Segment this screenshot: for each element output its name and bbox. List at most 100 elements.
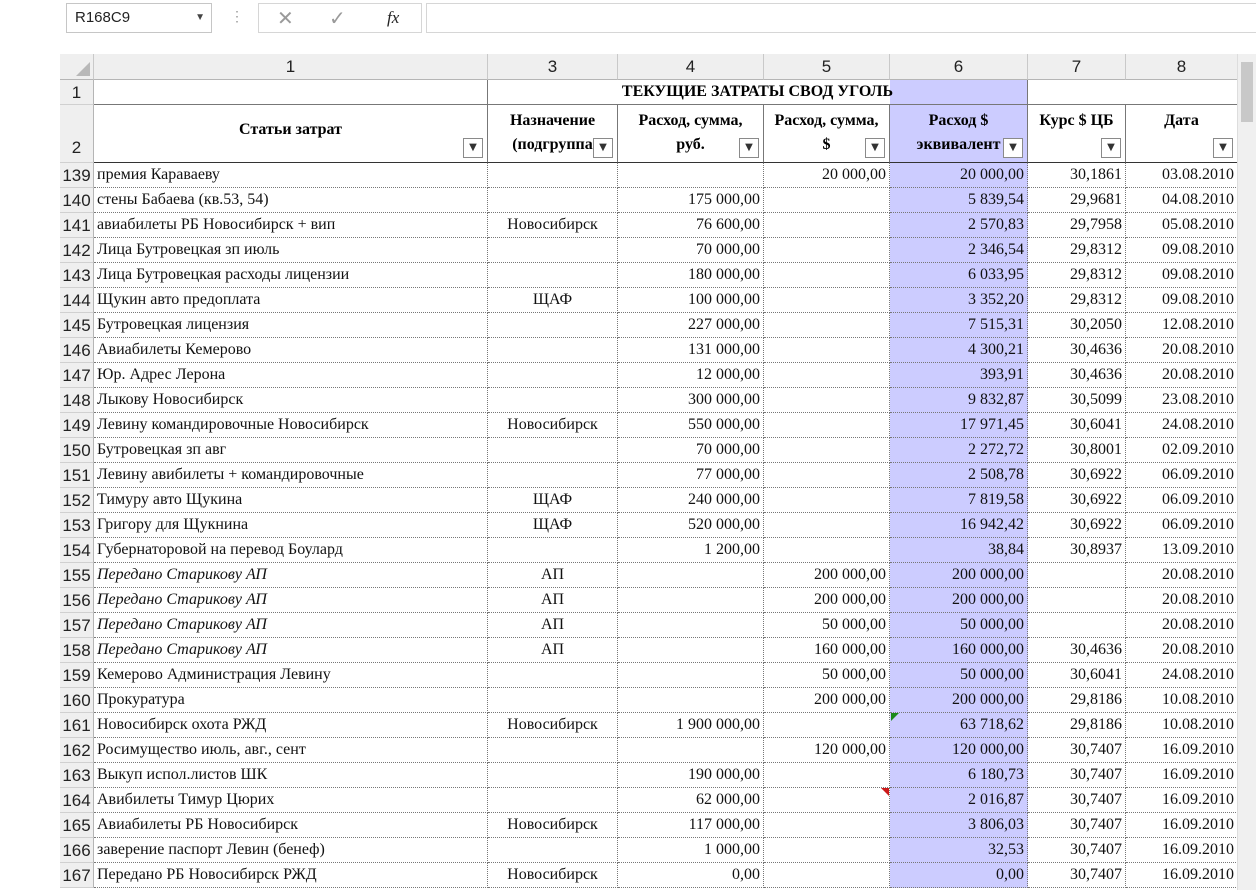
cell-item[interactable]: Кемерово Администрация Левину xyxy=(94,663,488,688)
cell-rate[interactable]: 29,8186 xyxy=(1028,713,1126,738)
row-header-155[interactable]: 155 xyxy=(60,563,94,588)
cell-purpose[interactable]: Новосибирск xyxy=(488,863,618,888)
cell-rub[interactable]: 1 900 000,00 xyxy=(618,713,764,738)
cell-purpose[interactable]: ЩАФ xyxy=(488,513,618,538)
cell-eq[interactable]: 120 000,00 xyxy=(890,738,1028,763)
cell-rate[interactable]: 30,4636 xyxy=(1028,363,1126,388)
cell-purpose[interactable] xyxy=(488,238,618,263)
cell-item[interactable]: Юр. Адрес Лерона xyxy=(94,363,488,388)
cell-usd[interactable]: 200 000,00 xyxy=(764,688,890,713)
cell-usd[interactable]: 120 000,00 xyxy=(764,738,890,763)
cell-item[interactable]: стены Бабаева (кв.53, 54) xyxy=(94,188,488,213)
row-header-164[interactable]: 164 xyxy=(60,788,94,813)
cell-purpose[interactable] xyxy=(488,363,618,388)
cell-item[interactable]: Росимущество июль, авг., сент xyxy=(94,738,488,763)
cell-rate[interactable]: 30,7407 xyxy=(1028,738,1126,763)
chevron-down-icon[interactable]: ▼ xyxy=(195,4,205,32)
cell-rate[interactable]: 30,5099 xyxy=(1028,388,1126,413)
cell-rate[interactable] xyxy=(1028,588,1126,613)
cancel-icon[interactable]: ✕ xyxy=(277,6,294,30)
cell-item[interactable]: Передано Старикову АП xyxy=(94,588,488,613)
cell-rub[interactable] xyxy=(618,563,764,588)
cell-item[interactable]: Григору для Щукнина xyxy=(94,513,488,538)
cell-usd[interactable]: 160 000,00 xyxy=(764,638,890,663)
cell-rate[interactable]: 30,7407 xyxy=(1028,813,1126,838)
row-header-158[interactable]: 158 xyxy=(60,638,94,663)
cell-eq[interactable]: 0,00 xyxy=(890,863,1028,888)
cell-rub[interactable]: 1 200,00 xyxy=(618,538,764,563)
cell-usd[interactable] xyxy=(764,463,890,488)
cell-rub[interactable]: 12 000,00 xyxy=(618,363,764,388)
insert-function-icon[interactable]: fx xyxy=(387,8,399,28)
dropdown-filter-icon[interactable]: ▼ xyxy=(739,138,759,158)
row-header-148[interactable]: 148 xyxy=(60,388,94,413)
cell-usd[interactable] xyxy=(764,438,890,463)
cell-rate[interactable]: 29,8312 xyxy=(1028,238,1126,263)
cell-purpose[interactable] xyxy=(488,313,618,338)
cell-date[interactable]: 24.08.2010 xyxy=(1126,413,1238,438)
cell-rub[interactable]: 1 000,00 xyxy=(618,838,764,863)
cell-date[interactable]: 10.08.2010 xyxy=(1126,713,1238,738)
row-header-149[interactable]: 149 xyxy=(60,413,94,438)
cell-eq[interactable]: 50 000,00 xyxy=(890,663,1028,688)
row-header-143[interactable]: 143 xyxy=(60,263,94,288)
cell-eq[interactable]: 17 971,45 xyxy=(890,413,1028,438)
cell-rate[interactable]: 30,4636 xyxy=(1028,338,1126,363)
cell-item[interactable]: Новосибирск охота РЖД xyxy=(94,713,488,738)
cell-date[interactable]: 06.09.2010 xyxy=(1126,513,1238,538)
cell-purpose[interactable] xyxy=(488,263,618,288)
cell-eq[interactable]: 5 839,54 xyxy=(890,188,1028,213)
cell-date[interactable]: 13.09.2010 xyxy=(1126,538,1238,563)
row-header-139[interactable]: 139 xyxy=(60,163,94,188)
cell-usd[interactable] xyxy=(764,538,890,563)
cell-purpose[interactable]: Новосибирск xyxy=(488,413,618,438)
cell-purpose[interactable]: ЩАФ xyxy=(488,488,618,513)
row-header-140[interactable]: 140 xyxy=(60,188,94,213)
row-header-166[interactable]: 166 xyxy=(60,838,94,863)
cell-rub[interactable] xyxy=(618,663,764,688)
column-header-3[interactable]: 3 xyxy=(488,54,618,80)
cell-usd[interactable] xyxy=(764,763,890,788)
cell-item[interactable]: Лыкову Новосибирск xyxy=(94,388,488,413)
cell-eq[interactable]: 3 806,03 xyxy=(890,813,1028,838)
cell-usd[interactable] xyxy=(764,388,890,413)
cell-usd[interactable] xyxy=(764,863,890,888)
row-header-153[interactable]: 153 xyxy=(60,513,94,538)
column-header-8[interactable]: 8 xyxy=(1126,54,1238,80)
cell-usd[interactable] xyxy=(764,413,890,438)
cell-purpose[interactable] xyxy=(488,663,618,688)
cell-date[interactable]: 20.08.2010 xyxy=(1126,338,1238,363)
dropdown-filter-icon[interactable]: ▼ xyxy=(865,138,885,158)
enter-icon[interactable]: ✓ xyxy=(329,6,346,30)
cell-purpose[interactable] xyxy=(488,538,618,563)
cell-rub[interactable]: 62 000,00 xyxy=(618,788,764,813)
cell-rate[interactable]: 30,6922 xyxy=(1028,513,1126,538)
cell-rub[interactable] xyxy=(618,163,764,188)
cell-eq[interactable]: 2 272,72 xyxy=(890,438,1028,463)
cell-rate[interactable]: 30,4636 xyxy=(1028,638,1126,663)
row-header-141[interactable]: 141 xyxy=(60,213,94,238)
cell-rub[interactable]: 520 000,00 xyxy=(618,513,764,538)
cell-usd[interactable] xyxy=(764,263,890,288)
cell-item[interactable]: Левину авибилеты + командировочные xyxy=(94,463,488,488)
row-header-150[interactable]: 150 xyxy=(60,438,94,463)
cell-purpose[interactable] xyxy=(488,163,618,188)
cell-date[interactable]: 02.09.2010 xyxy=(1126,438,1238,463)
row-header-145[interactable]: 145 xyxy=(60,313,94,338)
cell-eq[interactable]: 4 300,21 xyxy=(890,338,1028,363)
row-header-160[interactable]: 160 xyxy=(60,688,94,713)
column-header-6[interactable]: 6 xyxy=(890,54,1028,80)
cell-rate[interactable] xyxy=(1028,613,1126,638)
row-header-151[interactable]: 151 xyxy=(60,463,94,488)
cell-purpose[interactable]: АП xyxy=(488,588,618,613)
cell-item[interactable]: Передано Старикову АП xyxy=(94,563,488,588)
name-box[interactable]: R168C9 ▼ xyxy=(66,3,212,33)
cell-date[interactable]: 09.08.2010 xyxy=(1126,263,1238,288)
cell-rate[interactable]: 29,7958 xyxy=(1028,213,1126,238)
cell-eq[interactable]: 200 000,00 xyxy=(890,563,1028,588)
cell-item[interactable]: Тимуру авто Щукина xyxy=(94,488,488,513)
cell-eq[interactable]: 7 819,58 xyxy=(890,488,1028,513)
row-header-144[interactable]: 144 xyxy=(60,288,94,313)
cell-rate[interactable]: 30,6922 xyxy=(1028,463,1126,488)
cell-purpose[interactable]: АП xyxy=(488,613,618,638)
